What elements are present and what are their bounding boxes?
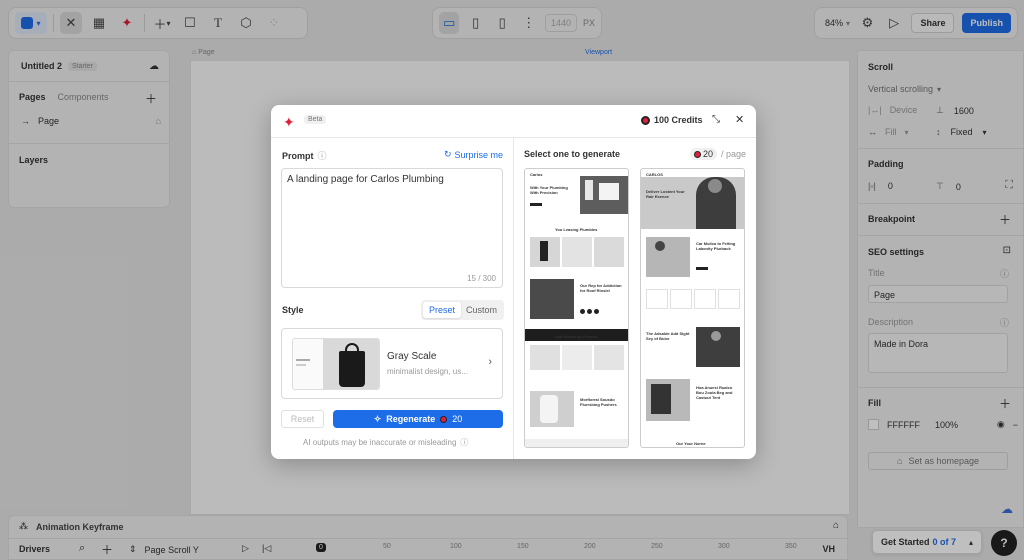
preview2-section5-title: Our Your Norne bbox=[676, 441, 706, 446]
info-icon[interactable]: ⓘ bbox=[318, 149, 327, 162]
surprise-me-button[interactable]: ↻ Surprise me bbox=[444, 149, 503, 160]
regenerate-cost: 20 bbox=[452, 414, 463, 424]
preview1-section2-title: You Leasing Plumbies bbox=[555, 227, 598, 232]
preview2-hero-title: Deliver Lostent Your Rair Esence bbox=[646, 189, 685, 199]
per-page-cost: 20 / page bbox=[690, 148, 746, 160]
prompt-label: Prompt bbox=[282, 150, 314, 161]
preview1-cta bbox=[530, 203, 542, 206]
per-page-cost-value: 20 bbox=[703, 149, 714, 159]
credit-coin-icon bbox=[440, 415, 448, 423]
preview1-section3-title: Our Rep for Addiction for Roof Rinslel bbox=[580, 283, 622, 293]
style-toggle: Preset Custom bbox=[421, 300, 505, 320]
disclaimer: AI outputs may be inaccurate or misleadi… bbox=[303, 437, 468, 448]
beta-badge: Beta bbox=[304, 115, 327, 124]
char-count: 15 / 300 bbox=[467, 274, 496, 283]
collapse-icon[interactable]: ⤡ bbox=[712, 114, 720, 125]
sparkle-icon: ✧ bbox=[373, 413, 382, 424]
disclaimer-text: AI outputs may be inaccurate or misleadi… bbox=[303, 438, 457, 447]
preview-option-2[interactable]: CARLOS Deliver Lostent Your Rair Esence … bbox=[640, 168, 745, 448]
reset-label: Reset bbox=[290, 414, 315, 424]
prompt-textarea[interactable]: A landing page for Carlos Plumbing 15 / … bbox=[281, 168, 503, 288]
preview2-section4-title: Hoa Anuesi Rualco Bou Zoula Beg and Cast… bbox=[696, 385, 733, 400]
style-label: Style bbox=[282, 305, 304, 315]
ai-sparkle-icon: ✦ bbox=[283, 114, 295, 130]
regenerate-label: Regenerate bbox=[386, 414, 436, 424]
credits-display: 100 Credits bbox=[641, 115, 703, 125]
regenerate-button[interactable]: ✧ Regenerate 20 bbox=[333, 410, 503, 428]
preview1-section4-title: You Words for Prenna bbox=[555, 334, 597, 339]
prompt-value: A landing page for Carlos Plumbing bbox=[287, 174, 444, 185]
credit-coin-icon bbox=[694, 150, 701, 158]
surprise-label: Surprise me bbox=[454, 149, 504, 160]
credit-coin-icon bbox=[641, 115, 650, 125]
cost-pill: 20 bbox=[690, 148, 718, 160]
bag-image bbox=[339, 351, 365, 387]
preview-option-1[interactable]: Carlos With Your Plumbing With Precision… bbox=[524, 168, 629, 448]
preview1-logo: Carlos bbox=[530, 172, 543, 177]
info-icon[interactable]: ⓘ bbox=[460, 437, 468, 448]
preview1-image bbox=[530, 279, 574, 319]
prompt-header: Prompt ⓘ bbox=[282, 149, 327, 162]
credits-value: 100 Credits bbox=[654, 115, 703, 125]
reset-button[interactable]: Reset bbox=[281, 410, 324, 428]
refresh-icon: ↻ bbox=[444, 149, 452, 159]
close-icon[interactable]: ✕ bbox=[735, 113, 744, 126]
preview1-section5-title: Morftorral Sousdo Flurrsbing Pushers bbox=[580, 397, 617, 407]
tab-custom[interactable]: Custom bbox=[461, 302, 502, 318]
ai-generate-modal: ✦ Beta 100 Credits ⤡ ✕ Prompt ⓘ ↻ Surpri… bbox=[271, 105, 756, 459]
preview2-section3-title: The Adsalde Add Sight Sey of Bulor bbox=[646, 331, 690, 341]
preview2-section2-title: Car Molica to Felting Labonity Plurback bbox=[696, 241, 736, 251]
style-name: Gray Scale bbox=[387, 351, 437, 362]
chevron-right-icon: › bbox=[488, 356, 492, 368]
style-thumbnail bbox=[292, 338, 380, 390]
per-page-label: / page bbox=[721, 149, 747, 159]
style-card[interactable]: Gray Scale minimalist design, us... › bbox=[281, 328, 503, 399]
select-label: Select one to generate bbox=[524, 149, 621, 159]
tab-preset[interactable]: Preset bbox=[423, 302, 462, 318]
preview1-hero-title: With Your Plumbing With Precision bbox=[530, 185, 568, 195]
preview1-dots bbox=[580, 309, 599, 314]
style-description: minimalist design, us... bbox=[387, 367, 468, 376]
divider bbox=[513, 137, 514, 459]
